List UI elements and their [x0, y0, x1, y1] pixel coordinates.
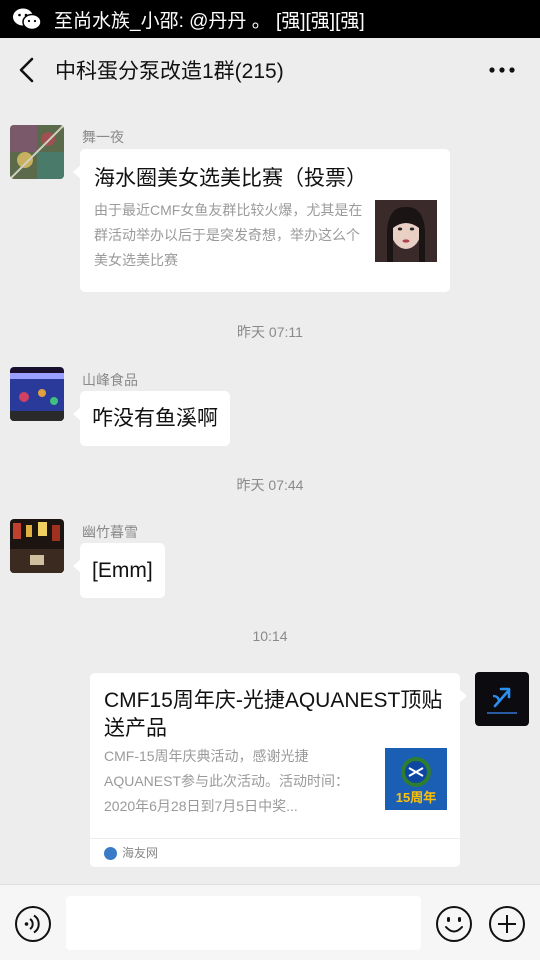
sender-name: 幽竹暮雪 — [82, 524, 138, 540]
thumbnail-label: 15周年 — [395, 790, 437, 805]
timestamp: 10:14 — [252, 628, 288, 644]
sender-name: 山峰食品 — [82, 372, 138, 388]
timestamp: 昨天 07:11 — [237, 324, 303, 340]
card-title: 海水圈美女选美比赛（投票） — [94, 167, 367, 190]
sender-name: 舞一夜 — [82, 129, 124, 145]
link-card[interactable]: 海水圈美女选美比赛（投票） 由于最近CMF女鱼友群比较火爆，尤其是在群活动举办以… — [73, 149, 450, 292]
source-icon — [104, 847, 117, 860]
voice-icon[interactable] — [14, 905, 52, 943]
my-avatar[interactable] — [475, 672, 529, 726]
card-title: CMF15周年庆-光捷AQUANEST顶贴送产品 — [104, 689, 443, 740]
avatar[interactable] — [10, 367, 64, 421]
message-input[interactable] — [66, 896, 421, 950]
chat-header: 中科蛋分泵改造1群(215) — [0, 38, 540, 102]
card-thumbnail — [375, 200, 437, 262]
link-card[interactable]: CMF15周年庆-光捷AQUANEST顶贴送产品 CMF-15周年庆典活动，感谢… — [90, 673, 467, 867]
emoji-icon[interactable] — [435, 905, 473, 943]
message-bubble[interactable]: [Emm] — [73, 543, 165, 598]
card-thumbnail: 15周年 — [385, 748, 447, 810]
source-name: 海友网 — [122, 846, 159, 860]
avatar[interactable] — [10, 519, 64, 573]
wechat-icon — [13, 8, 42, 31]
card-description: 由于最近CMF女鱼友群比较火爆，尤其是在群活动举办以后于是突发奇想，举办这么个美… — [94, 202, 363, 268]
back-arrow-icon[interactable] — [14, 56, 40, 84]
plus-icon[interactable] — [488, 905, 526, 943]
card-description: CMF-15周年庆典活动，感谢光捷AQUANEST参与此次活动。活动时间：202… — [104, 748, 350, 814]
avatar[interactable] — [10, 125, 64, 179]
notification-bar[interactable]: 至尚水族_小邵: @丹丹 。 [强][强][强] — [0, 0, 540, 38]
more-icon[interactable] — [488, 60, 516, 80]
notification-text: 至尚水族_小邵: @丹丹 。 [强][强][强] — [54, 10, 365, 32]
chat-title: 中科蛋分泵改造1群(215) — [55, 60, 284, 83]
message-bubble[interactable]: 咋没有鱼溪啊 — [73, 391, 230, 446]
timestamp: 昨天 07:44 — [236, 477, 304, 493]
card-source: 海友网 — [90, 838, 460, 867]
input-bar — [0, 884, 540, 960]
